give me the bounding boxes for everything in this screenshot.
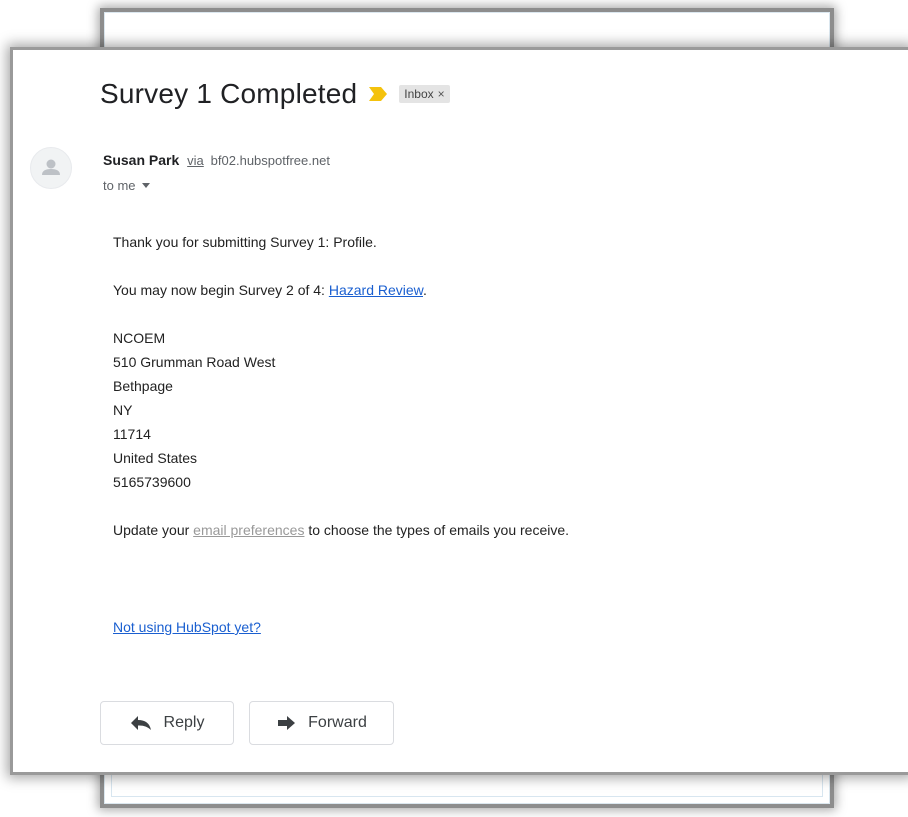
via-link[interactable]: via xyxy=(187,153,204,168)
address-line-state: NY xyxy=(113,402,133,418)
address-line-zip: 11714 xyxy=(113,426,151,442)
caret-down-icon xyxy=(141,183,150,188)
recipient-text: to me xyxy=(103,178,136,193)
importance-marker-icon[interactable] xyxy=(369,87,388,101)
email-subject: Survey 1 Completed xyxy=(100,78,358,109)
address-line-city: Bethpage xyxy=(113,378,173,394)
hazard-review-link[interactable]: Hazard Review xyxy=(329,282,423,298)
forward-label: Forward xyxy=(308,714,367,731)
forward-arrow-icon xyxy=(278,716,296,730)
address-line-phone: 5165739600 xyxy=(113,474,191,490)
inbox-label-text: Inbox xyxy=(404,87,434,101)
inbox-label-chip: Inbox × xyxy=(399,85,450,103)
body-line-preferences: Update your email preferences to choose … xyxy=(113,518,569,542)
reply-label: Reply xyxy=(163,714,205,731)
not-using-hubspot-link[interactable]: Not using HubSpot yet? xyxy=(113,619,261,635)
sender-line: Susan Park via bf02.hubspotfree.net xyxy=(103,152,330,168)
address-line-street: 510 Grumman Road West xyxy=(113,354,276,370)
background-window-footer xyxy=(111,774,823,797)
address-line-country: United States xyxy=(113,450,198,466)
prefs-suffix-text: to choose the types of emails you receiv… xyxy=(304,522,570,538)
subject-row: Survey 1 Completed Inbox × xyxy=(100,76,450,112)
recipient-details-toggle[interactable]: to me xyxy=(103,178,150,193)
address-line-org: NCOEM xyxy=(113,330,166,346)
person-avatar-icon xyxy=(42,159,60,175)
sender-avatar xyxy=(30,147,72,189)
reply-button[interactable]: Reply xyxy=(100,701,234,745)
remove-label-icon[interactable]: × xyxy=(438,87,445,101)
sender-name[interactable]: Susan Park xyxy=(103,152,179,168)
prefs-prefix-text: Update your xyxy=(113,522,194,538)
email-preferences-link[interactable]: email preferences xyxy=(193,522,304,538)
next-survey-text: You may now begin Survey 2 of 4: xyxy=(113,282,329,298)
body-line-next-survey: You may now begin Survey 2 of 4: Hazard … xyxy=(113,278,569,302)
email-message-view: Survey 1 Completed Inbox × Susan Park vi… xyxy=(13,50,908,772)
sender-domain: bf02.hubspotfree.net xyxy=(210,153,330,168)
email-body: Thank you for submitting Survey 1: Profi… xyxy=(113,230,569,542)
hubspot-footer: Not using HubSpot yet? xyxy=(113,619,261,635)
next-survey-period: . xyxy=(423,282,427,298)
reply-arrow-icon xyxy=(130,716,151,730)
forward-button[interactable]: Forward xyxy=(249,701,394,745)
body-line-thanks: Thank you for submitting Survey 1: Profi… xyxy=(113,234,377,250)
